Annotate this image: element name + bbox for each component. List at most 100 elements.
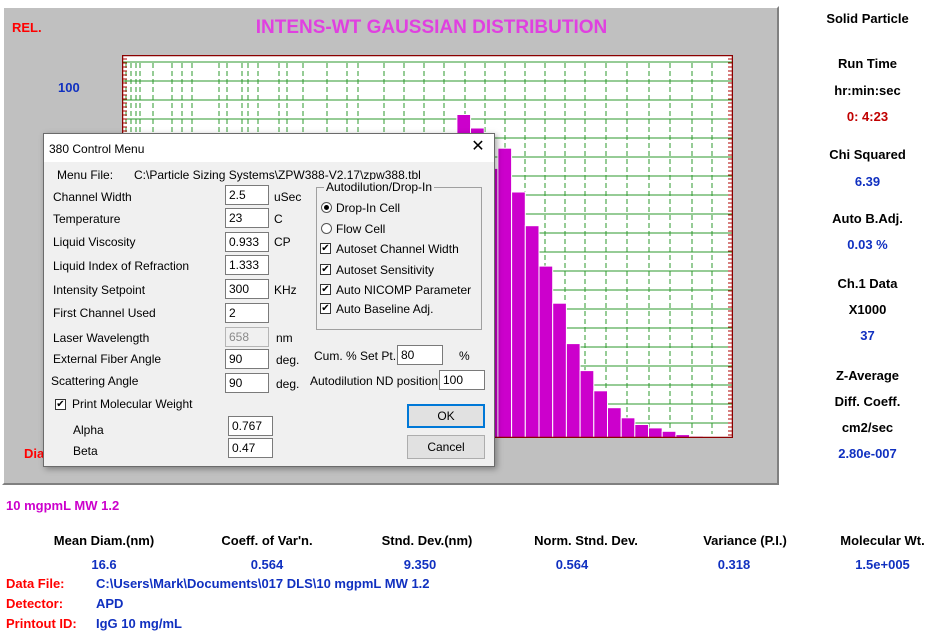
scattering-angle-unit: deg. <box>276 377 300 391</box>
chart-title: INTENS-WT GAUSSIAN DISTRIBUTION <box>255 17 608 38</box>
chi-squared-label: Chi Squared <box>829 147 906 162</box>
diff-coeff-label: Diff. Coeff. <box>834 394 901 409</box>
run-time-label: Run Time <box>838 56 897 71</box>
ok-button[interactable]: OK <box>407 404 485 428</box>
data-file-label: Data File: <box>6 576 65 591</box>
printout-id-label: Printout ID: <box>6 616 77 631</box>
histogram-bar <box>497 147 513 438</box>
laser-wavelength-label: Laser Wavelength <box>53 331 150 345</box>
ch1-data-label: Ch.1 Data <box>837 276 898 291</box>
sample-type: Solid Particle <box>826 11 909 26</box>
drop-in-cell-radio[interactable] <box>321 202 332 213</box>
refraction-label: Liquid Index of Refraction <box>53 259 190 273</box>
temperature-label: Temperature <box>53 212 121 226</box>
viscosity-input[interactable]: 0.933 <box>225 232 269 252</box>
fiber-angle-label: External Fiber Angle <box>53 352 162 366</box>
histogram-bar <box>538 265 554 438</box>
detector-value: APD <box>96 596 124 611</box>
beta-label: Beta <box>73 444 98 458</box>
cum-set-pt-unit: % <box>459 349 470 363</box>
y-tick-100: 100 <box>58 80 80 95</box>
histogram-bar <box>648 427 663 438</box>
cum-set-pt-label: Cum. % Set Pt. <box>314 349 397 363</box>
fiber-angle-input[interactable]: 90 <box>225 349 269 369</box>
dialog-title: 380 Control Menu <box>49 142 145 156</box>
cum-set-pt-input[interactable]: 80 <box>397 345 443 365</box>
ch1-data-value: 37 <box>860 328 875 343</box>
printout-id-value: IgG 10 mg/mL <box>96 616 182 631</box>
beta-input[interactable]: 0.47 <box>228 438 273 458</box>
control-menu-dialog: 380 Control Menu ✕ Menu File: C:\Particl… <box>43 133 495 467</box>
stat-header-variance: Variance (P.I.) <box>703 533 787 548</box>
stat-value-std-dev: 9.350 <box>403 557 437 572</box>
auto-badj-value: 0.03 % <box>847 237 888 252</box>
stat-value-norm-std-dev: 0.564 <box>555 557 589 572</box>
intensity-setpoint-input[interactable]: 300 <box>225 279 269 299</box>
close-icon[interactable]: ✕ <box>468 138 488 156</box>
autoset-channel-width-label: Autoset Channel Width <box>336 242 459 256</box>
stat-header-std-dev: Stnd. Dev.(nm) <box>381 533 473 548</box>
z-average-label: Z-Average <box>835 368 900 383</box>
nd-position-label: Autodilution ND position <box>310 374 439 388</box>
autoset-sensitivity-checkbox[interactable]: ✔ <box>320 264 331 275</box>
sample-name: 10 mgpmL MW 1.2 <box>6 498 120 513</box>
channel-width-label: Channel Width <box>53 190 132 204</box>
scattering-angle-input[interactable]: 90 <box>225 373 269 393</box>
laser-wavelength-unit: nm <box>276 331 293 345</box>
intensity-setpoint-unit: KHz <box>274 283 297 297</box>
histogram-bar <box>607 407 622 438</box>
histogram-bar <box>620 417 636 438</box>
drop-in-cell-label: Drop-In Cell <box>336 201 401 215</box>
x-axis-label: Dia <box>24 446 45 461</box>
print-mw-label: Print Molecular Weight <box>72 397 193 411</box>
flow-cell-radio[interactable] <box>321 223 332 234</box>
menu-file-label: Menu File: <box>57 168 114 182</box>
histogram-bar <box>511 191 526 438</box>
autoset-channel-width-checkbox[interactable]: ✔ <box>320 243 331 254</box>
stat-value-molecular-wt: 1.5e+005 <box>855 557 910 572</box>
refraction-input[interactable]: 1.333 <box>225 255 269 275</box>
detector-label: Detector: <box>6 596 64 611</box>
cancel-button[interactable]: Cancel <box>407 435 485 459</box>
fiber-angle-unit: deg. <box>276 353 300 367</box>
auto-nicomp-checkbox[interactable]: ✔ <box>320 284 331 295</box>
auto-baseline-checkbox[interactable]: ✔ <box>320 303 331 314</box>
viscosity-label: Liquid Viscosity <box>53 235 136 249</box>
channel-width-input[interactable]: 2.5 <box>225 185 269 205</box>
auto-baseline-label: Auto Baseline Adj. <box>336 302 434 316</box>
auto-badj-label: Auto B.Adj. <box>832 211 903 226</box>
stat-header-norm-std-dev: Norm. Stnd. Dev. <box>534 533 638 548</box>
alpha-input[interactable]: 0.767 <box>228 416 273 436</box>
laser-wavelength-input: 658 <box>225 327 269 347</box>
data-file-value: C:\Users\Mark\Documents\017 DLS\10 mgpmL… <box>96 576 430 591</box>
stat-value-mean-diam: 16.6 <box>91 557 117 572</box>
nd-position-input[interactable]: 100 <box>439 370 485 390</box>
alpha-label: Alpha <box>73 423 104 437</box>
channel-width-unit: uSec <box>274 190 302 204</box>
auto-nicomp-label: Auto NICOMP Parameter <box>336 283 472 297</box>
first-channel-input[interactable]: 2 <box>225 303 269 323</box>
stat-header-mean-diam: Mean Diam.(nm) <box>53 533 155 548</box>
temperature-input[interactable]: 23 <box>225 208 269 228</box>
stat-value-coeff-var: 0.564 <box>250 557 284 572</box>
ch1-multiplier: X1000 <box>848 302 887 317</box>
intensity-setpoint-label: Intensity Setpoint <box>53 283 146 297</box>
run-time-value: 0: 4:23 <box>846 109 889 124</box>
temperature-unit: C <box>274 212 283 226</box>
histogram-bar <box>579 370 595 438</box>
viscosity-unit: CP <box>274 235 291 249</box>
stat-value-variance: 0.318 <box>717 557 751 572</box>
stat-header-molecular-wt: Molecular Wt. <box>840 533 925 548</box>
histogram-bar <box>634 424 649 438</box>
stat-header-coeff-var: Coeff. of Var'n. <box>221 533 313 548</box>
print-mw-checkbox[interactable]: ✔ <box>55 399 66 410</box>
autodilution-group-title: Autodilution/Drop-In <box>324 180 435 194</box>
scattering-angle-label: Scattering Angle <box>51 374 139 388</box>
first-channel-label: First Channel Used <box>53 306 156 320</box>
flow-cell-label: Flow Cell <box>336 222 386 236</box>
histogram-bar <box>552 302 567 438</box>
diff-coeff-value: 2.80e-007 <box>838 446 897 461</box>
chi-squared-value: 6.39 <box>854 174 881 189</box>
histogram-bar <box>524 225 540 438</box>
autoset-sensitivity-label: Autoset Sensitivity <box>336 263 435 277</box>
